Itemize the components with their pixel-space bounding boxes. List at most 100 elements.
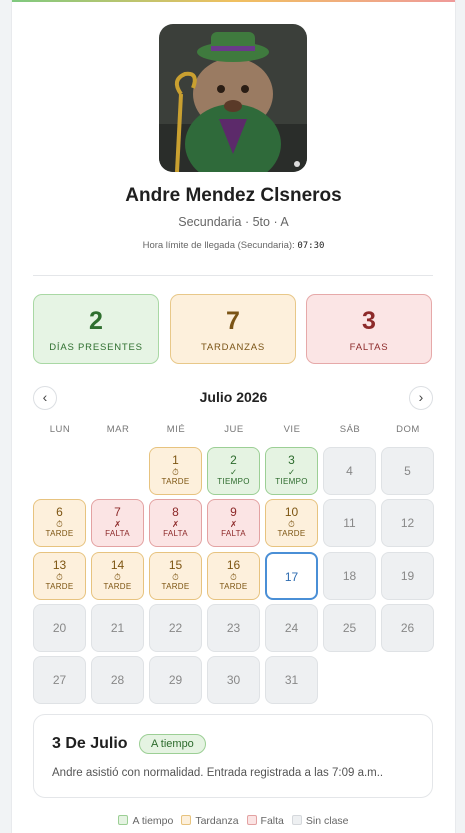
student-avatar [159,24,307,172]
legend: A tiempo Tardanza Falta Sin clase [12,815,455,827]
calendar-day-14[interactable]: 14 ⏱ TARDE [91,552,144,600]
calendar-day-15[interactable]: 15 ⏱ TARDE [149,552,202,600]
day-status-label: TARDE [161,582,190,591]
day-number: 18 [342,569,357,583]
day-number: 15 [168,558,183,572]
day-status-label: TARDE [277,529,306,538]
day-number: 13 [52,558,67,572]
stat-late-value: 7 [226,307,240,335]
day-number: 31 [284,673,299,687]
day-number: 5 [404,464,411,478]
stat-late-label: TARDANZAS [200,342,266,353]
calendar-day-10[interactable]: 10 ⏱ TARDE [265,499,318,547]
legend-item: Falta [246,815,284,827]
attendance-card: Andre Mendez Clsneros Secundaria · 5to ·… [11,0,456,833]
day-number: 28 [110,673,125,687]
day-number: 16 [226,558,241,572]
calendar-day-17[interactable]: 17 [265,552,318,600]
stat-present-label: DÍAS PRESENTES [49,342,143,353]
calendar-day-1[interactable]: 1 ⏱ TARDE [149,447,202,495]
day-status-label: TIEMPO [217,477,250,486]
calendar-day-23[interactable]: 23 [207,604,260,652]
calendar-day-27[interactable]: 27 [33,656,86,704]
weekday-label: MAR [106,424,130,435]
calendar-day-4[interactable]: 4 [323,447,376,495]
calendar-day-5[interactable]: 5 [381,447,434,495]
calendar-day-26[interactable]: 26 [381,604,434,652]
day-number: 10 [284,505,299,519]
calendar-day-31[interactable]: 31 [265,656,318,704]
day-status-label: TARDE [103,582,132,591]
status-gradient-bar [12,0,455,2]
weekday-label: VIE [283,424,301,435]
legend-swatch [291,815,302,825]
calendar-day-30[interactable]: 30 [207,656,260,704]
calendar-day-29[interactable]: 29 [149,656,202,704]
student-name: Andre Mendez Clsneros [125,185,342,206]
legend-label: Tardanza [195,815,239,827]
day-number: 24 [284,621,299,635]
day-number: 29 [168,673,183,687]
calendar-day-18[interactable]: 18 [323,552,376,600]
status-badge: A tiempo [139,734,206,754]
day-number: 20 [52,621,67,635]
calendar-day-19[interactable]: 19 [381,552,434,600]
calendar-day-9[interactable]: 9 ✗ FALTA [207,499,260,547]
calendar-day-2[interactable]: 2 ✓ TIEMPO [207,447,260,495]
calendar-day-16[interactable]: 16 ⏱ TARDE [207,552,260,600]
day-status-label: FALTA [163,529,188,538]
legend-label: A tiempo [132,815,174,827]
calendar-day-7[interactable]: 7 ✗ FALTA [91,499,144,547]
stat-absent-label: FALTAS [349,342,389,353]
calendar-day-20[interactable]: 20 [33,604,86,652]
legend-swatch [246,815,257,825]
x-icon: ✗ [229,519,238,529]
legend-label: Falta [260,815,284,827]
day-number: 2 [230,453,237,467]
arrival-limit-time: 07:30 [297,241,325,251]
calendar-day-6[interactable]: 6 ⏱ TARDE [33,499,86,547]
timer-icon: ⏱ [172,572,179,582]
timer-icon: ⏱ [230,572,237,582]
stat-late: 7 TARDANZAS [170,294,296,364]
calendar-day-24[interactable]: 24 [265,604,318,652]
calendar-day-13[interactable]: 13 ⏱ TARDE [33,552,86,600]
day-number: 12 [400,516,415,530]
day-number: 19 [400,569,415,583]
stat-absent: 3 FALTAS [306,294,432,364]
calendar-day-3[interactable]: 3 ✓ TIEMPO [265,447,318,495]
calendar-day-25[interactable]: 25 [323,604,376,652]
day-number: 27 [52,673,67,687]
day-status-label: TARDE [45,582,74,591]
check-icon: ✓ [229,467,238,477]
arrival-limit-label: Hora límite de llegada (Secundaria): [142,240,295,251]
day-status-label: TARDE [45,529,74,538]
calendar-day-28[interactable]: 28 [91,656,144,704]
day-number: 1 [172,453,179,467]
legend-label: Sin clase [305,815,349,827]
chevron-right-icon: › [418,389,424,405]
divider [33,275,433,276]
legend-swatch [181,815,192,825]
stat-absent-value: 3 [362,307,376,335]
calendar-day-12[interactable]: 12 [381,499,434,547]
timer-icon: ⏱ [114,572,121,582]
day-detail-title: 3 De Julio [52,735,128,752]
timer-icon: ⏱ [56,519,63,529]
arrival-limit: Hora límite de llegada (Secundaria): 07:… [12,240,455,251]
student-grade-info: Secundaria · 5to · A [178,215,289,229]
day-number: 7 [114,505,121,519]
day-status-label: FALTA [221,529,246,538]
calendar-day-21[interactable]: 21 [91,604,144,652]
day-number: 25 [342,621,357,635]
day-status-label: FALTA [105,529,130,538]
day-status-label: TIEMPO [275,477,308,486]
weekday-label: MIÉ [166,424,186,435]
day-number: 3 [288,453,295,467]
calendar-day-11[interactable]: 11 [323,499,376,547]
calendar-day-8[interactable]: 8 ✗ FALTA [149,499,202,547]
legend-item: A tiempo [118,815,173,827]
weekday-label: DOM [396,424,420,435]
next-month-button[interactable]: › [409,386,433,410]
calendar-day-22[interactable]: 22 [149,604,202,652]
